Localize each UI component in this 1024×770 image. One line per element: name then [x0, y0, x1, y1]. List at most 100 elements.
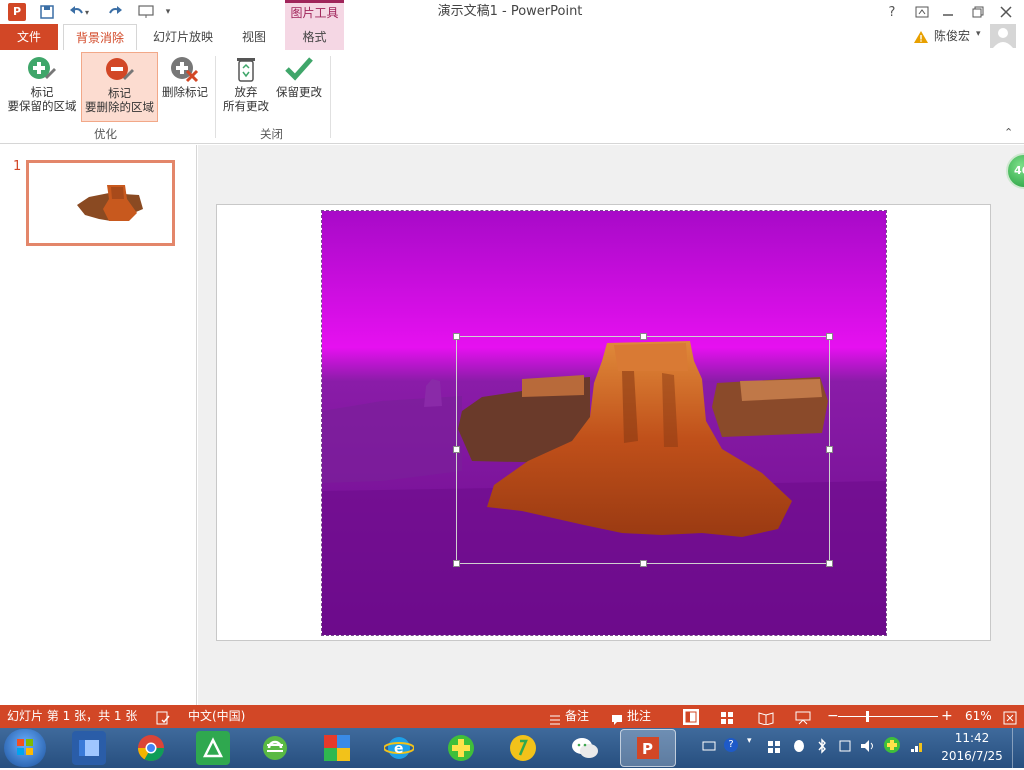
start-button[interactable] — [4, 729, 46, 767]
tab-background-removal[interactable]: 背景消除 — [63, 24, 137, 51]
resize-handle[interactable] — [640, 333, 647, 340]
wechat-icon[interactable] — [568, 731, 602, 765]
security-tray-icon[interactable] — [884, 737, 900, 753]
comments-icon — [611, 711, 623, 725]
windows-tray-icon[interactable] — [767, 740, 781, 757]
zoom-out-button[interactable]: − — [827, 705, 839, 728]
ie-icon[interactable]: e — [382, 731, 416, 765]
resize-handle[interactable] — [453, 333, 460, 340]
mark-keep-label-line2: 要保留的区域 — [7, 99, 77, 113]
mark-areas-to-keep-button[interactable]: 标记 要保留的区域 — [4, 52, 80, 113]
resize-handle[interactable] — [826, 333, 833, 340]
collapse-ribbon-icon[interactable]: ⌃ — [1004, 126, 1013, 139]
user-menu-chevron-icon[interactable]: ▾ — [976, 29, 981, 39]
360-security-icon[interactable] — [444, 731, 478, 765]
discard-all-changes-button[interactable]: 放弃 所有更改 — [219, 52, 273, 113]
svg-text:e: e — [394, 741, 404, 757]
zoom-slider[interactable] — [838, 716, 938, 717]
delete-mark-button[interactable]: 删除标记 — [160, 52, 210, 99]
mark-areas-to-remove-button[interactable]: 标记 要删除的区域 — [81, 52, 158, 122]
qq-icon[interactable] — [792, 738, 806, 757]
notes-button[interactable]: 备注 — [565, 705, 589, 728]
window-title: 演示文稿1 - PowerPoint — [437, 4, 583, 19]
taskbar: e P ? ▾ 11:42 2016/7/25 — [0, 728, 1024, 768]
slide-sorter-view-icon[interactable] — [720, 710, 734, 724]
keep-changes-label: 保留更改 — [276, 85, 322, 99]
restore-icon[interactable] — [970, 0, 986, 24]
clock-time[interactable]: 11:42 — [944, 731, 1000, 745]
tab-view[interactable]: 视图 — [230, 24, 278, 50]
slide-canvas[interactable] — [216, 204, 991, 641]
green-app-icon[interactable] — [196, 731, 230, 765]
resize-handle[interactable] — [826, 446, 833, 453]
group-divider — [215, 56, 216, 138]
volume-icon[interactable] — [860, 739, 876, 756]
undo-icon[interactable]: ▾ — [66, 0, 92, 24]
slide-number: 1 — [13, 159, 22, 174]
bluetooth-icon[interactable] — [817, 738, 827, 757]
tab-format[interactable]: 格式 — [285, 24, 344, 50]
reading-view-icon[interactable] — [758, 710, 774, 726]
discard-label-line2: 所有更改 — [223, 99, 269, 113]
recycle-bin-icon — [230, 55, 262, 83]
avatar[interactable] — [990, 24, 1016, 48]
file-manager-icon[interactable] — [72, 731, 106, 765]
slideshow-view-icon[interactable] — [795, 710, 811, 725]
customize-qat-icon[interactable]: ▾ — [162, 0, 174, 24]
slide-info: 幻灯片 第 1 张，共 1 张 — [7, 709, 138, 723]
thumbnail-butte-image — [77, 185, 143, 221]
picture[interactable] — [321, 210, 887, 636]
fit-to-window-icon[interactable] — [1003, 710, 1017, 725]
keep-changes-button[interactable]: 保留更改 — [274, 52, 324, 99]
start-slideshow-icon[interactable] — [136, 0, 156, 24]
tab-slideshow[interactable]: 幻灯片放映 — [144, 24, 222, 50]
refresh-app-icon[interactable] — [258, 731, 292, 765]
comments-button[interactable]: 批注 — [627, 705, 651, 728]
slide-thumbnail[interactable] — [26, 160, 175, 246]
minimize-icon[interactable] — [940, 0, 956, 24]
svg-text:P: P — [642, 740, 653, 758]
ribbon-display-options-icon[interactable] — [912, 0, 932, 24]
selection-box[interactable] — [456, 336, 830, 564]
chrome-icon[interactable] — [134, 731, 168, 765]
floating-badge[interactable]: 46 — [1006, 153, 1024, 189]
tab-file[interactable]: 文件 — [0, 24, 58, 50]
puzzle-game-icon[interactable] — [320, 731, 354, 765]
delete-mark-icon — [169, 55, 201, 83]
help-tray-icon[interactable]: ? — [724, 738, 738, 752]
show-desktop-button[interactable] — [1012, 728, 1024, 768]
device-icon[interactable] — [838, 739, 852, 756]
close-icon[interactable] — [998, 0, 1014, 24]
redo-icon[interactable] — [106, 0, 124, 24]
resize-handle[interactable] — [453, 446, 460, 453]
zoom-level[interactable]: 61% — [965, 705, 992, 728]
resize-handle[interactable] — [453, 560, 460, 567]
zoom-in-button[interactable]: + — [941, 705, 953, 728]
network-icon[interactable] — [910, 739, 926, 756]
zoom-slider-thumb[interactable] — [866, 711, 869, 722]
clock-date[interactable]: 2016/7/25 — [940, 749, 1004, 763]
powerpoint-app-icon[interactable]: P — [8, 3, 26, 21]
group-label-close: 关闭 — [260, 127, 283, 141]
status-bar: 幻灯片 第 1 张，共 1 张 中文(中国) 备注 批注 − + 61% — [0, 705, 1024, 728]
title-bar: P ▾ ▾ 图片工具 演示文稿1 - PowerPoint ? — [0, 0, 1024, 24]
language-indicator[interactable]: 中文(中国) — [188, 705, 245, 728]
tray-expand-icon[interactable]: ▾ — [747, 736, 752, 746]
powerpoint-taskbar-button[interactable]: P — [620, 729, 676, 767]
keyboard-icon[interactable] — [702, 740, 716, 755]
group-label-refine: 优化 — [94, 127, 117, 141]
user-name[interactable]: 陈俊宏 — [934, 24, 970, 48]
save-icon[interactable] — [38, 0, 56, 24]
mark-remove-label-line2: 要删除的区域 — [85, 100, 154, 114]
normal-view-icon[interactable] — [683, 709, 699, 725]
resize-handle[interactable] — [640, 560, 647, 567]
group-divider — [330, 56, 331, 138]
mark-keep-icon — [26, 55, 58, 83]
notes-icon — [549, 711, 561, 725]
spellcheck-icon[interactable] — [156, 710, 170, 725]
help-button[interactable]: ? — [884, 0, 900, 24]
music-player-icon[interactable] — [506, 731, 540, 765]
slide-thumbnail-pane: 1 — [0, 145, 197, 705]
mark-keep-label-line1: 标记 — [30, 85, 54, 99]
resize-handle[interactable] — [826, 560, 833, 567]
